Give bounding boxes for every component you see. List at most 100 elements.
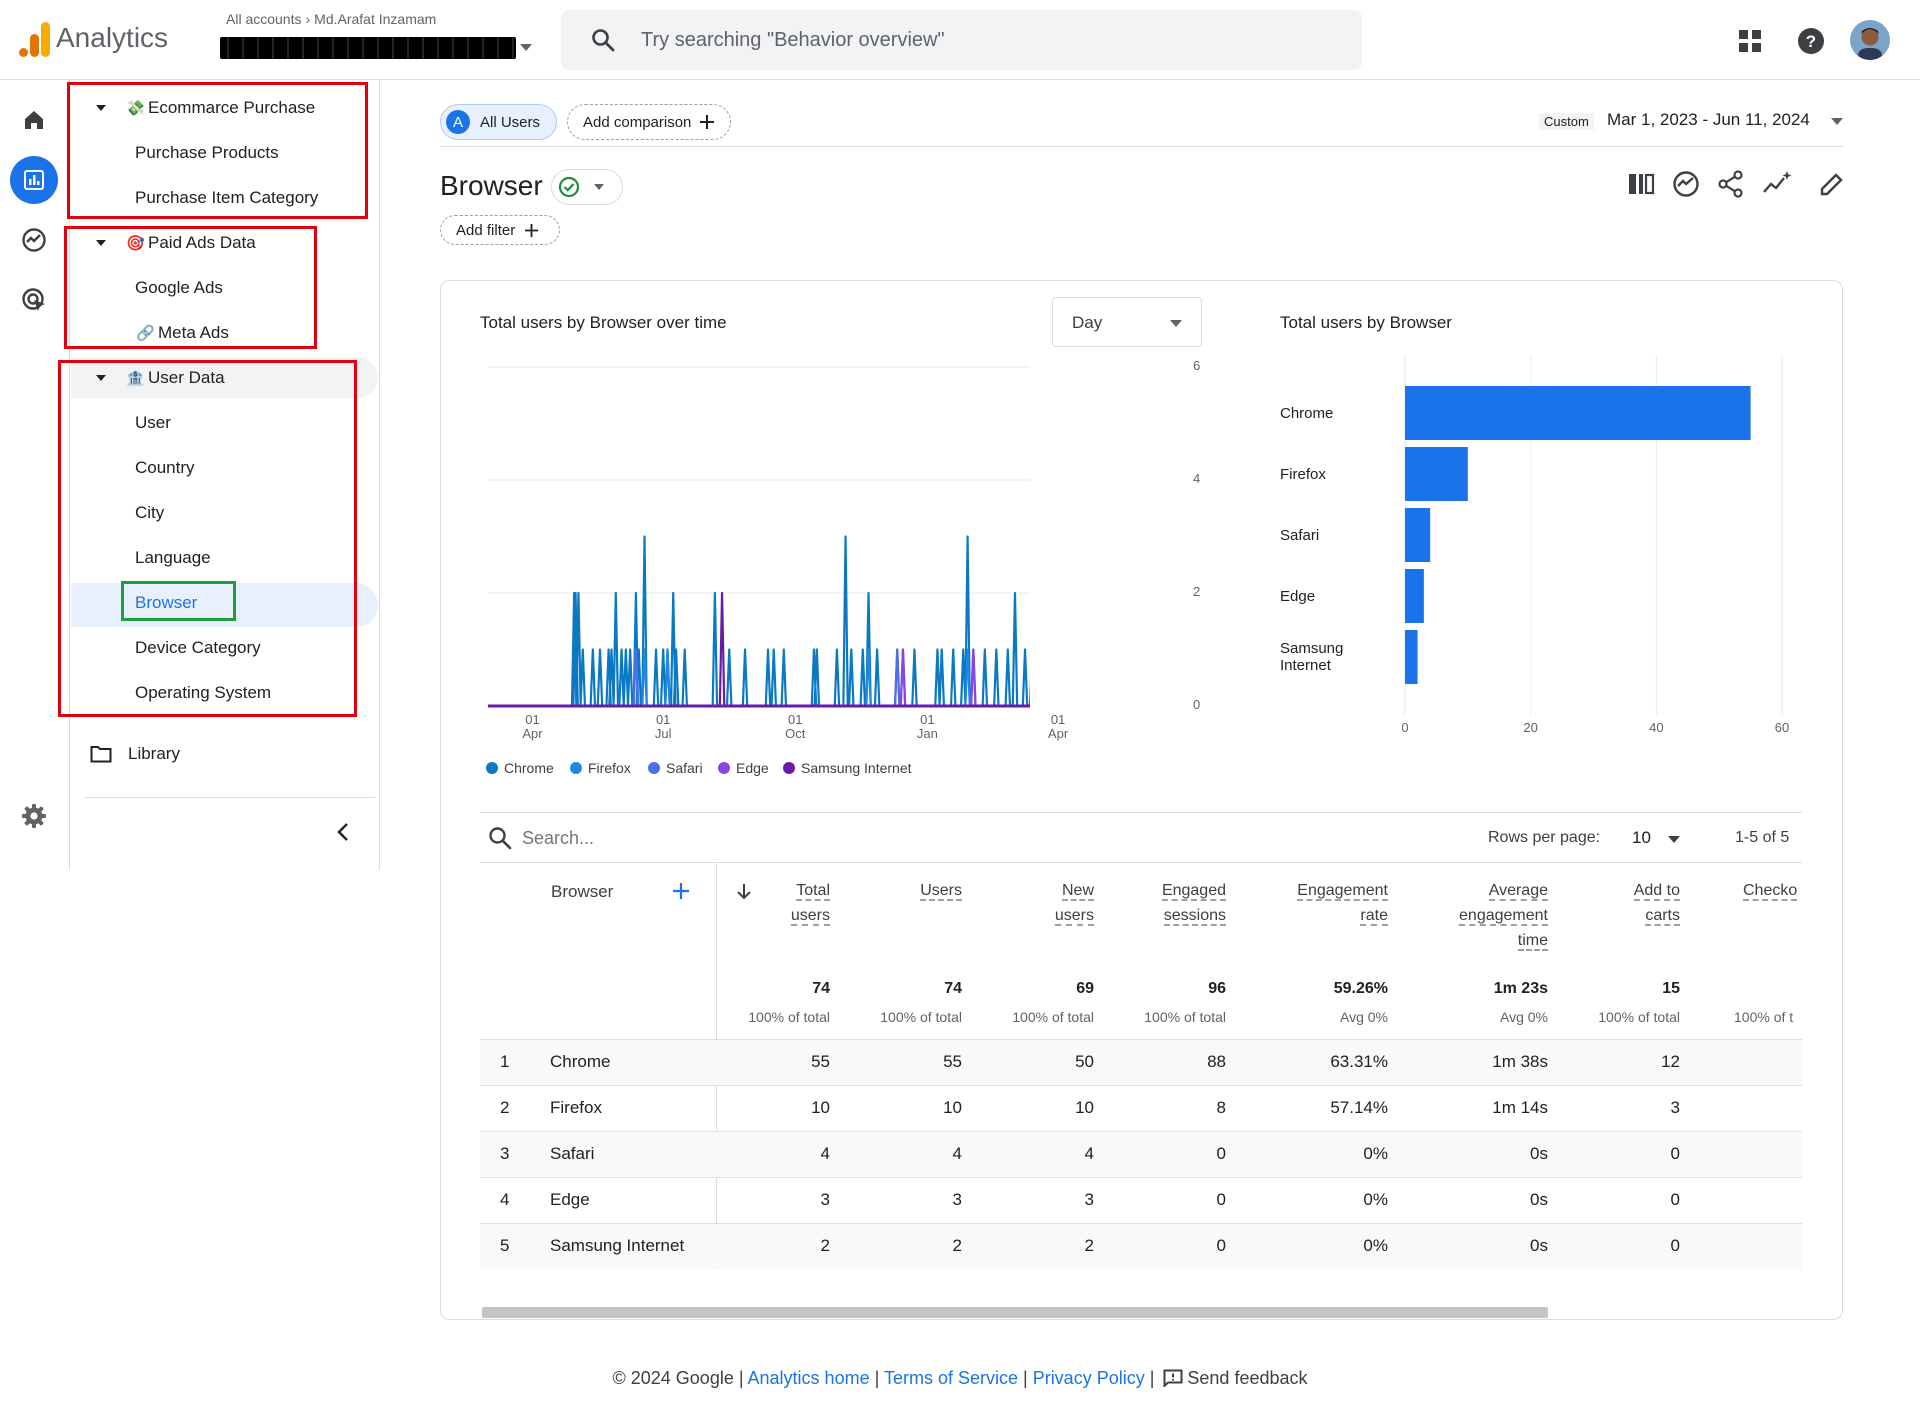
column-header-line: sessions [1066, 903, 1226, 928]
row-browser-name[interactable]: Safari [550, 1144, 594, 1164]
column-header-text[interactable]: Checko [1743, 882, 1798, 901]
property-name-redacted[interactable] [220, 37, 516, 59]
search-input[interactable] [641, 10, 1341, 70]
column-header-text[interactable]: rate [1360, 907, 1388, 926]
table-row[interactable]: 4 Edge 3 3 3 0 0% 0s 0 [480, 1177, 1802, 1223]
row-metric-value: 4 [952, 1144, 962, 1163]
row-browser-name[interactable]: Firefox [550, 1098, 602, 1118]
footer-copyright: © 2024 Google [612, 1368, 734, 1388]
column-header[interactable]: Add to carts [1520, 878, 1680, 928]
column-header-text[interactable]: Engagement [1297, 882, 1388, 901]
x-tick-label: 0 [1401, 720, 1409, 735]
legend-item-chrome[interactable]: Chrome [486, 760, 554, 776]
line-chart[interactable] [470, 355, 1030, 710]
rows-per-page-value[interactable]: 10 [1632, 828, 1651, 848]
chevron-left-icon[interactable] [337, 822, 349, 842]
feedback-icon[interactable] [1163, 1369, 1183, 1387]
row-metric-value: 0 [1670, 1144, 1680, 1163]
legend-item-samsung-internet[interactable]: Samsung Internet [783, 760, 912, 776]
advertising-icon[interactable] [10, 276, 58, 324]
footer-link-terms[interactable]: Terms of Service [884, 1368, 1018, 1388]
caret-down-icon [594, 184, 604, 190]
column-header-line: Engaged [1066, 878, 1226, 903]
column-header-text[interactable]: time [1517, 932, 1548, 951]
home-icon[interactable] [10, 96, 58, 144]
search-bar[interactable] [561, 10, 1362, 70]
footer-send-feedback[interactable]: Send feedback [1187, 1368, 1307, 1388]
bar-category-label: Safari [1280, 527, 1320, 544]
column-header-text[interactable]: carts [1645, 907, 1680, 926]
nav-library[interactable]: Library [90, 744, 180, 764]
plus-icon [525, 223, 539, 237]
explore-icon[interactable] [10, 216, 58, 264]
footer-link-privacy[interactable]: Privacy Policy [1033, 1368, 1145, 1388]
segment-chip-all-users[interactable]: A All Users [440, 104, 557, 140]
legend-item-safari[interactable]: Safari [648, 760, 703, 776]
property-dropdown-icon[interactable] [520, 44, 532, 52]
add-filter-label[interactable]: Add filter [456, 222, 515, 239]
row-metric-value: 1m 38s [1492, 1052, 1548, 1071]
horizontal-scrollbar[interactable] [482, 1307, 1548, 1318]
row-metric-value: 0s [1530, 1236, 1548, 1255]
row-browser-name[interactable]: Samsung Internet [550, 1236, 684, 1256]
chevron-right-icon: › [305, 11, 311, 27]
table-row[interactable]: 3 Safari 4 4 4 0 0% 0s 0 [480, 1131, 1802, 1177]
legend-item-edge[interactable]: Edge [718, 760, 769, 776]
reports-icon[interactable] [10, 156, 58, 204]
row-metric-value: 2 [820, 1236, 830, 1255]
add-comparison-label[interactable]: Add comparison [583, 114, 691, 131]
nav-library-label[interactable]: Library [128, 744, 180, 764]
column-header-text[interactable]: Add to [1633, 882, 1680, 901]
legend-item-firefox[interactable]: Firefox [570, 760, 631, 776]
legend-label: Firefox [588, 760, 631, 776]
search-icon[interactable] [591, 28, 615, 52]
series-line-edge [488, 648, 1030, 708]
date-range[interactable]: Mar 1, 2023 - Jun 11, 2024 [1607, 110, 1810, 130]
table-row[interactable]: 2 Firefox 10 10 10 8 57.14% 1m 14s 3 [480, 1085, 1802, 1131]
table-search-input[interactable] [522, 823, 922, 853]
table-row[interactable]: 5 Samsung Internet 2 2 2 0 0% 0s 0 [480, 1223, 1802, 1269]
column-header-text[interactable]: Engaged [1161, 882, 1226, 901]
column-header-text[interactable]: users [790, 907, 830, 926]
breadcrumb[interactable]: All accounts › Md.Arafat Inzamam [226, 11, 436, 27]
row-metric-value: 50 [1075, 1052, 1094, 1071]
add-comparison-button[interactable]: Add comparison [567, 104, 731, 140]
row-metric-value: 10 [1075, 1098, 1094, 1117]
granularity-select[interactable]: Day [1052, 297, 1202, 347]
column-header[interactable]: Engaged sessions [1066, 878, 1226, 928]
footer-link-analytics-home[interactable]: Analytics home [748, 1368, 870, 1388]
row-metric-value: 3 [820, 1190, 830, 1209]
avatar[interactable] [1850, 20, 1890, 60]
table-row[interactable]: 1 Chrome 55 55 50 88 63.31% 1m 38s 12 [480, 1039, 1802, 1085]
compare-columns-icon[interactable] [1627, 171, 1655, 197]
row-metric-value: 0s [1530, 1144, 1548, 1163]
search-icon[interactable] [488, 826, 512, 850]
bar-chart-title: Total users by Browser [1280, 313, 1452, 332]
edit-pencil-icon[interactable] [1819, 171, 1845, 197]
date-dropdown-icon[interactable] [1831, 118, 1843, 125]
report-status-dropdown[interactable] [551, 169, 623, 205]
rows-per-page-dropdown-icon[interactable] [1668, 836, 1680, 843]
x-tick-month: Jul [654, 726, 672, 741]
column-header[interactable]: Engagement rate [1228, 878, 1388, 928]
granularity-value[interactable]: Day [1072, 313, 1102, 333]
bar-chart[interactable] [1400, 355, 1820, 720]
column-header-text[interactable]: sessions [1163, 907, 1226, 926]
column-header-line: rate [1228, 903, 1388, 928]
row-browser-name[interactable]: Edge [550, 1190, 590, 1210]
breadcrumb-root[interactable]: All accounts [226, 11, 301, 27]
column-header[interactable]: Checko [1743, 878, 1803, 903]
segment-label[interactable]: All Users [480, 114, 540, 131]
share-icon[interactable] [1718, 170, 1744, 198]
insights-icon[interactable] [1672, 170, 1700, 198]
apps-grid-icon[interactable] [1738, 29, 1762, 53]
dimension-header[interactable]: Browser [551, 882, 613, 902]
segment-badge: A [446, 110, 470, 134]
trend-sparkle-icon[interactable] [1762, 170, 1792, 196]
analytics-logo-icon[interactable] [18, 20, 52, 58]
breadcrumb-account[interactable]: Md.Arafat Inzamam [314, 11, 436, 27]
row-browser-name[interactable]: Chrome [550, 1052, 610, 1072]
help-icon[interactable]: ? [1797, 27, 1825, 55]
add-filter-button[interactable]: Add filter [440, 215, 560, 245]
settings-icon[interactable] [10, 792, 58, 840]
